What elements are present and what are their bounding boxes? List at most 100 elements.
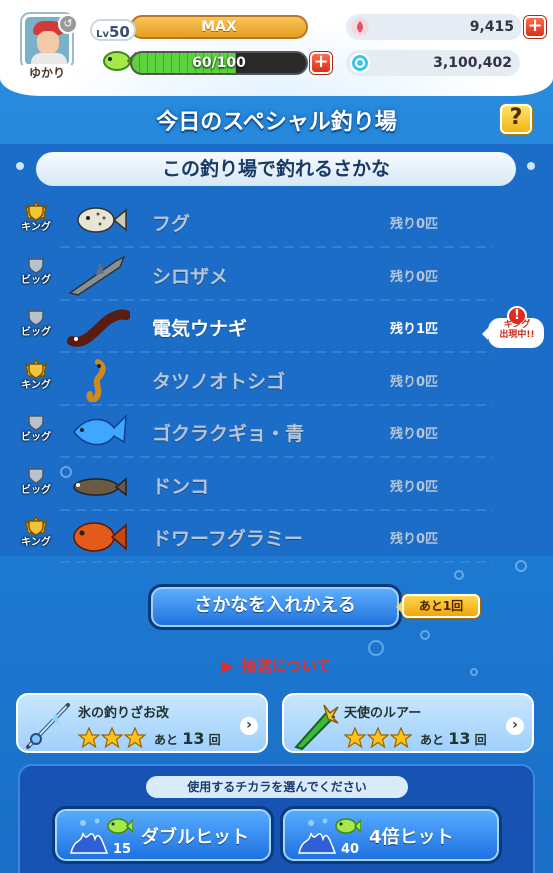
fish-name: タツノオトシゴ: [152, 370, 286, 393]
fish-row: ビッグ ドンコ 残り0匹: [0, 459, 553, 511]
fish-name: フグ: [152, 213, 191, 235]
rod-stars: [77, 726, 147, 753]
alert-line1: キング: [503, 320, 531, 330]
splash-icon: [298, 818, 337, 854]
bubble-decoration: [420, 630, 430, 640]
rank-badge: ビッグ: [16, 408, 56, 454]
rank-label: ビッグ: [21, 274, 51, 286]
section-header: この釣り場で釣れるさかな: [36, 152, 516, 186]
rank-badge: ビッグ: [16, 461, 56, 507]
alert-text: キング 出現中!!: [490, 320, 544, 340]
rank-badge: キング: [16, 198, 56, 244]
stamina-fish-icon: [107, 818, 133, 834]
header-dot: [16, 162, 24, 170]
stamina-label: 60/100: [192, 55, 246, 71]
page-title: 今日のスペシャル釣り場: [156, 110, 397, 135]
fish-remaining: 残り0匹: [390, 532, 439, 547]
star-icon: [123, 726, 147, 749]
goby-icon: [73, 476, 127, 497]
level-prefix: Lv: [96, 29, 109, 40]
seahorse-icon: [86, 358, 106, 402]
fish-remaining: 残り0匹: [390, 374, 439, 390]
dwarf-gourami-icon: [73, 522, 127, 552]
rod-uses-count: 13: [182, 729, 205, 748]
rank-label: ビッグ: [21, 484, 51, 496]
bubble-decoration: [60, 466, 72, 478]
angel-lure-icon: [294, 704, 339, 751]
gem-count: 9,415: [469, 19, 514, 35]
coin-counter: 3,100,402: [346, 50, 520, 76]
gem-icon: [351, 18, 369, 36]
fish-row: キング フグ 残り0匹: [0, 196, 553, 248]
white-shark-icon: [68, 254, 126, 296]
betta-blue-icon: [73, 414, 127, 446]
chevron-right-icon: ›: [506, 717, 524, 735]
pufferfish-icon: [77, 207, 127, 233]
double-hit-label: ダブルヒット: [141, 827, 249, 848]
fish-remaining: 残り0匹: [390, 479, 439, 495]
stamina-bar: 60/100: [130, 51, 308, 75]
bubble-decoration: [454, 570, 464, 580]
quad-hit-cost: 40: [341, 842, 360, 857]
level-value: 50: [109, 23, 130, 41]
swap-fish-button[interactable]: さかなを入れかえる: [148, 584, 402, 630]
fish-row: ビッグ 電気ウナギ 残り1匹: [0, 301, 553, 353]
king-alert: ! キング 出現中!!: [482, 306, 544, 350]
lottery-link-text: 抽選について: [241, 657, 332, 675]
bubble-decoration: [515, 560, 527, 572]
lure-uses: あと 13 回: [420, 729, 487, 748]
fishing-rod-icon: [26, 703, 70, 749]
coin-count: 3,100,402: [433, 55, 512, 71]
splash-icon: [70, 818, 109, 854]
rod-uses-suffix: 回: [208, 733, 221, 747]
star-icon: [366, 726, 390, 749]
help-button[interactable]: ?: [500, 104, 532, 134]
lure-uses-count: 13: [448, 729, 471, 748]
star-icon: [343, 726, 367, 749]
rank-badge: ビッグ: [16, 303, 56, 349]
lottery-info-link[interactable]: ▶ 抽選について: [0, 655, 553, 676]
rank-label: ビッグ: [21, 327, 51, 338]
fish-row: キング ドワーフグラミー 残り0匹: [0, 511, 553, 563]
swap-remaining-badge: あと1回: [396, 594, 480, 618]
rank-badge: ビッグ: [16, 251, 56, 297]
rank-badge: キング: [16, 513, 56, 559]
lure-uses-suffix: 回: [474, 733, 487, 747]
profile-link-icon[interactable]: ↺: [58, 14, 78, 34]
power-caption: 使用するチカラを選んでください: [146, 776, 408, 798]
bubble-decoration: [368, 640, 384, 656]
alert-line2: 出現中!!: [499, 330, 535, 340]
quad-hit-button[interactable]: 40 4倍ヒット: [280, 806, 502, 864]
coin-icon: [350, 53, 370, 73]
lure-card[interactable]: 天使のルアー あと 13 回 ›: [282, 693, 534, 753]
play-arrow-icon: ▶: [221, 657, 234, 675]
lure-stars: [343, 726, 413, 753]
rod-card[interactable]: 氷の釣りざお改 あと 13 回 ›: [16, 693, 268, 753]
fish-name: 電気ウナギ: [152, 318, 248, 340]
fish-name: ゴクラクギョ・青: [152, 423, 305, 445]
fish-remaining: 残り0匹: [390, 217, 439, 232]
electric-eel-icon: [67, 309, 130, 347]
rod-uses-prefix: あと: [154, 733, 179, 747]
fish-remaining: 残り0匹: [390, 269, 439, 285]
header-dot: [527, 162, 535, 170]
chevron-right-icon: ›: [240, 717, 258, 735]
double-hit-button[interactable]: 15 ダブルヒット: [52, 806, 274, 864]
xp-bar: MAX: [130, 15, 308, 39]
quad-hit-label: 4倍ヒット: [369, 827, 454, 848]
xp-label: MAX: [201, 19, 237, 35]
username: ゆかり: [18, 64, 76, 82]
star-icon: [389, 726, 413, 749]
fish-row: キング タツノオトシゴ 残り0匹: [0, 354, 553, 406]
add-gems-button[interactable]: +: [524, 16, 546, 38]
fish-remaining: 残り1匹: [390, 322, 439, 337]
fish-row: ビッグ ゴクラクギョ・青 残り0匹: [0, 406, 553, 458]
star-icon: [100, 726, 124, 749]
fish-name: ドワーフグラミー: [152, 528, 303, 550]
rank-label: キング: [21, 222, 51, 233]
fish-row: ビッグ シロザメ 残り0匹: [0, 249, 553, 301]
fish-name: ドンコ: [152, 475, 210, 498]
add-stamina-button[interactable]: +: [310, 52, 332, 74]
rank-badge: キング: [16, 356, 56, 402]
gem-counter: 9,415: [346, 14, 522, 40]
